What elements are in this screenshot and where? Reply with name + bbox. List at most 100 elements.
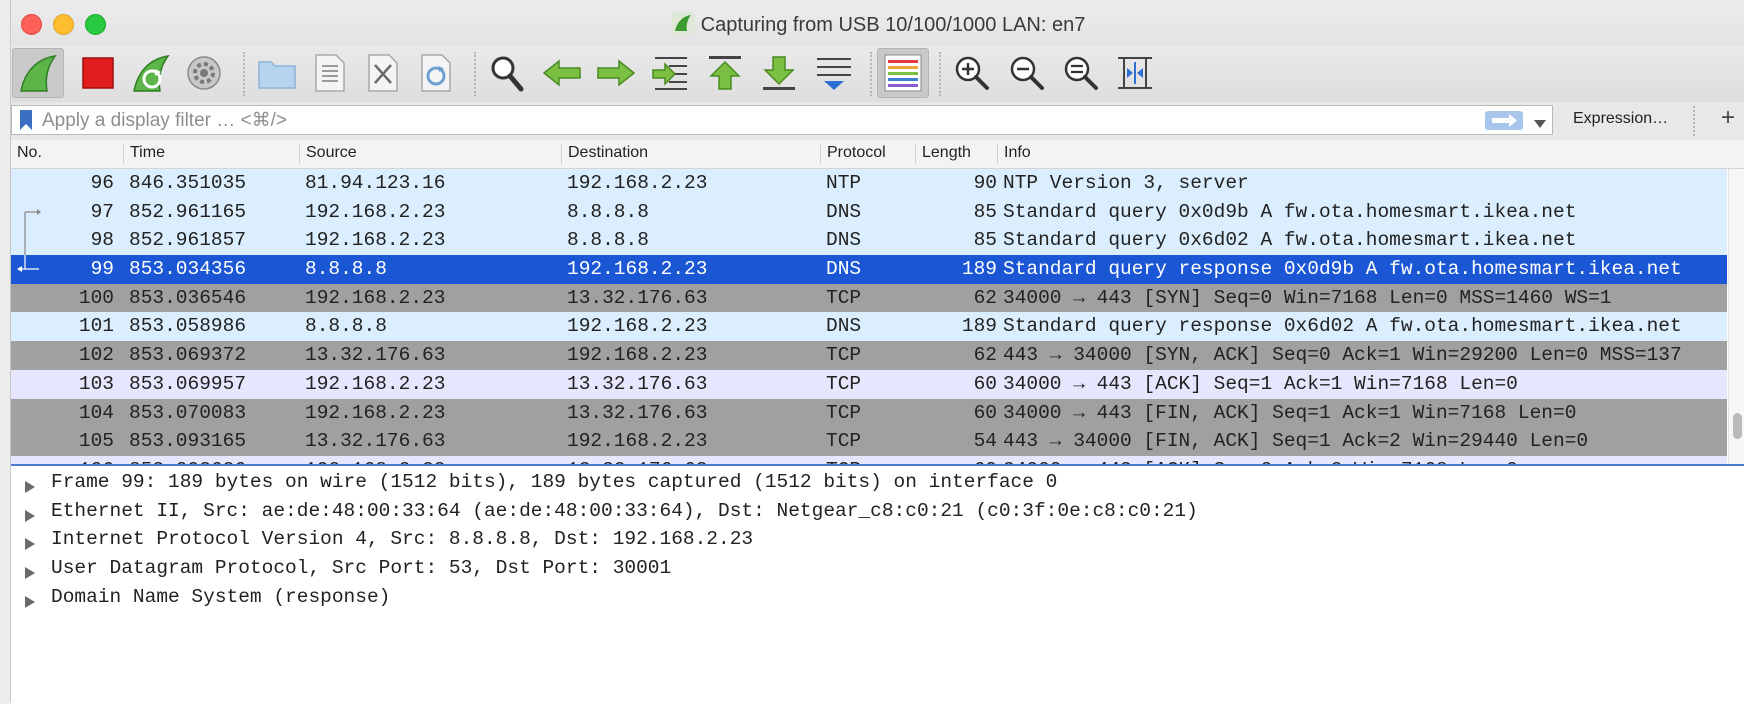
packet-destination: 8.8.8.8 <box>567 200 649 223</box>
packet-list: No. Time Source Destination Protocol Len… <box>11 140 1744 464</box>
packet-time: 853.058986 <box>129 315 247 338</box>
packet-length: 189 <box>961 315 997 338</box>
scrollbar-thumb[interactable] <box>1733 413 1742 439</box>
find-packet-icon[interactable] <box>481 48 533 98</box>
go-back-icon[interactable] <box>536 48 588 98</box>
packet-time: 852.961165 <box>129 200 247 223</box>
zoom-out-icon[interactable] <box>1001 48 1053 98</box>
display-filter-field <box>11 105 1553 135</box>
colorize-icon[interactable] <box>877 48 929 98</box>
window-title-text: Capturing from USB 10/100/1000 LAN: en7 <box>700 14 1086 36</box>
start-capture-icon[interactable] <box>12 48 64 98</box>
column-header-time[interactable]: Time <box>123 144 165 164</box>
column-header-no[interactable]: No. <box>17 144 42 164</box>
packet-info: Standard query response 0x6d02 A fw.ota.… <box>1003 315 1682 338</box>
packet-row[interactable]: 101 853.058986 8.8.8.8 192.168.2.23 DNS 189 St… <box>11 312 1727 342</box>
resize-columns-icon[interactable] <box>1109 48 1161 98</box>
packet-destination: 13.32.176.63 <box>567 401 708 424</box>
expand-triangle-icon[interactable] <box>25 477 35 499</box>
go-last-icon[interactable] <box>753 48 805 98</box>
packet-row[interactable]: 103 853.069957 192.168.2.23 13.32.176.63 TCP… <box>11 369 1727 399</box>
packet-time: 846.351035 <box>129 172 247 194</box>
packet-time: 853.036546 <box>129 286 247 309</box>
title-bar: Capturing from USB 10/100/1000 LAN: en7 <box>11 0 1744 46</box>
zoom-in-icon[interactable] <box>946 48 998 98</box>
packet-time: 853.069957 <box>129 372 247 395</box>
packet-rows: 96 846.351035 81.94.123.16 192.168.2.23 NTP 9… <box>11 169 1737 464</box>
detail-tree-label: Domain Name System (response) <box>51 585 391 608</box>
packet-length: 85 <box>973 229 997 252</box>
packet-row[interactable]: 100 853.036546 192.168.2.23 13.32.176.63 TCP… <box>11 283 1727 313</box>
toolbar-separator <box>474 52 476 96</box>
packet-list-scrollbar[interactable] <box>1728 169 1744 464</box>
packet-row[interactable]: 98 852.961857 192.168.2.23 8.8.8.8 DNS 85 Stan… <box>11 226 1727 256</box>
packet-row[interactable]: 99 853.034356 8.8.8.8 192.168.2.23 DNS 189 Sta… <box>11 255 1727 284</box>
detail-tree-item[interactable]: Ethernet II, Src: ae:de:48:00:33:64 (ae:… <box>11 497 1744 526</box>
packet-row[interactable]: 97 852.961165 192.168.2.23 8.8.8.8 DNS 85 Stan… <box>11 197 1727 227</box>
open-file-icon[interactable] <box>251 48 303 98</box>
packet-no: 103 <box>78 372 114 395</box>
packet-row[interactable]: 102 853.069372 13.32.176.63 192.168.2.23 TCP… <box>11 341 1727 370</box>
packet-protocol: NTP <box>826 172 862 194</box>
packet-source: 192.168.2.23 <box>305 286 446 309</box>
packet-info: 443 → 34000 [FIN, ACK] Seq=1 Ack=2 Win=2… <box>1003 430 1589 453</box>
display-filter-input[interactable] <box>42 110 1482 132</box>
go-first-icon[interactable] <box>699 48 751 98</box>
reload-file-icon[interactable] <box>410 48 462 98</box>
packet-row[interactable]: 105 853.093165 13.32.176.63 192.168.2.23 TCP… <box>11 427 1727 456</box>
wireshark-window: Capturing from USB 10/100/1000 LAN: en7 <box>10 0 1744 704</box>
detail-tree-item[interactable]: User Datagram Protocol, Src Port: 53, Ds… <box>11 554 1744 583</box>
column-header-protocol[interactable]: Protocol <box>820 144 886 164</box>
packet-destination: 13.32.176.63 <box>567 372 708 395</box>
packet-length: 62 <box>973 286 997 309</box>
add-filter-button[interactable]: + <box>1721 104 1735 132</box>
packet-info: 443 → 34000 [SYN, ACK] Seq=0 Ack=1 Win=2… <box>1003 344 1682 367</box>
detail-tree-item[interactable]: Internet Protocol Version 4, Src: 8.8.8.… <box>11 525 1744 554</box>
packet-row[interactable]: 96 846.351035 81.94.123.16 192.168.2.23 NTP 9… <box>11 169 1727 198</box>
packet-no: 105 <box>78 430 114 453</box>
detail-tree-item[interactable]: Frame 99: 189 bytes on wire (1512 bits),… <box>11 468 1744 497</box>
restart-capture-icon[interactable] <box>125 48 177 98</box>
auto-scroll-icon[interactable] <box>808 48 860 98</box>
packet-row[interactable]: 106853.093636192.168.2.2313.32.176.63TCP… <box>11 455 1727 464</box>
packet-protocol: TCP <box>826 401 862 424</box>
expand-triangle-icon[interactable] <box>25 592 35 614</box>
packet-info: Standard query 0x6d02 A fw.ota.homesmart… <box>1003 229 1577 252</box>
filter-separator <box>1693 106 1695 136</box>
packet-info: 34000 → 443 [SYN] Seq=0 Win=7168 Len=0 M… <box>1003 286 1612 309</box>
detail-tree-item[interactable]: Domain Name System (response) <box>11 583 1744 612</box>
stop-capture-icon[interactable] <box>72 48 124 98</box>
expression-button[interactable]: Expression… <box>1573 110 1668 128</box>
packet-source: 192.168.2.23 <box>305 401 446 424</box>
go-to-packet-icon[interactable] <box>645 48 697 98</box>
bookmark-icon[interactable] <box>18 109 34 136</box>
packet-info: 34000 → 443 [ACK] Seq=1 Ack=1 Win=7168 L… <box>1003 372 1518 395</box>
packet-length: 90 <box>973 172 997 194</box>
packet-source: 8.8.8.8 <box>305 315 387 338</box>
close-file-icon[interactable] <box>357 48 409 98</box>
expand-triangle-icon[interactable] <box>25 563 35 585</box>
go-forward-icon[interactable] <box>590 48 642 98</box>
expand-triangle-icon[interactable] <box>25 506 35 528</box>
column-header-source[interactable]: Source <box>299 144 357 164</box>
packet-destination: 192.168.2.23 <box>567 344 708 367</box>
expand-triangle-icon[interactable] <box>25 534 35 556</box>
save-file-icon[interactable] <box>304 48 356 98</box>
packet-row[interactable]: 104 853.070083 192.168.2.23 13.32.176.63 TCP… <box>11 398 1727 428</box>
packet-destination: 192.168.2.23 <box>567 258 708 281</box>
normal-size-icon[interactable] <box>1055 48 1107 98</box>
column-header-info[interactable]: Info <box>997 144 1031 164</box>
packet-source: 192.168.2.23 <box>305 229 446 252</box>
detail-tree-label: Ethernet II, Src: ae:de:48:00:33:64 (ae:… <box>51 499 1198 522</box>
filter-history-dropdown-icon[interactable] <box>1534 115 1546 133</box>
column-header-destination[interactable]: Destination <box>561 144 648 164</box>
apply-filter-button[interactable] <box>1485 111 1523 130</box>
toolbar-separator <box>870 52 872 96</box>
detail-tree-label: Frame 99: 189 bytes on wire (1512 bits),… <box>51 471 1058 493</box>
packet-length: 62 <box>973 344 997 367</box>
response-indicator-icon <box>13 255 43 284</box>
packet-protocol: TCP <box>826 344 862 367</box>
packet-destination: 192.168.2.23 <box>567 315 708 338</box>
capture-options-icon[interactable] <box>178 48 230 98</box>
column-header-length[interactable]: Length <box>915 144 971 164</box>
